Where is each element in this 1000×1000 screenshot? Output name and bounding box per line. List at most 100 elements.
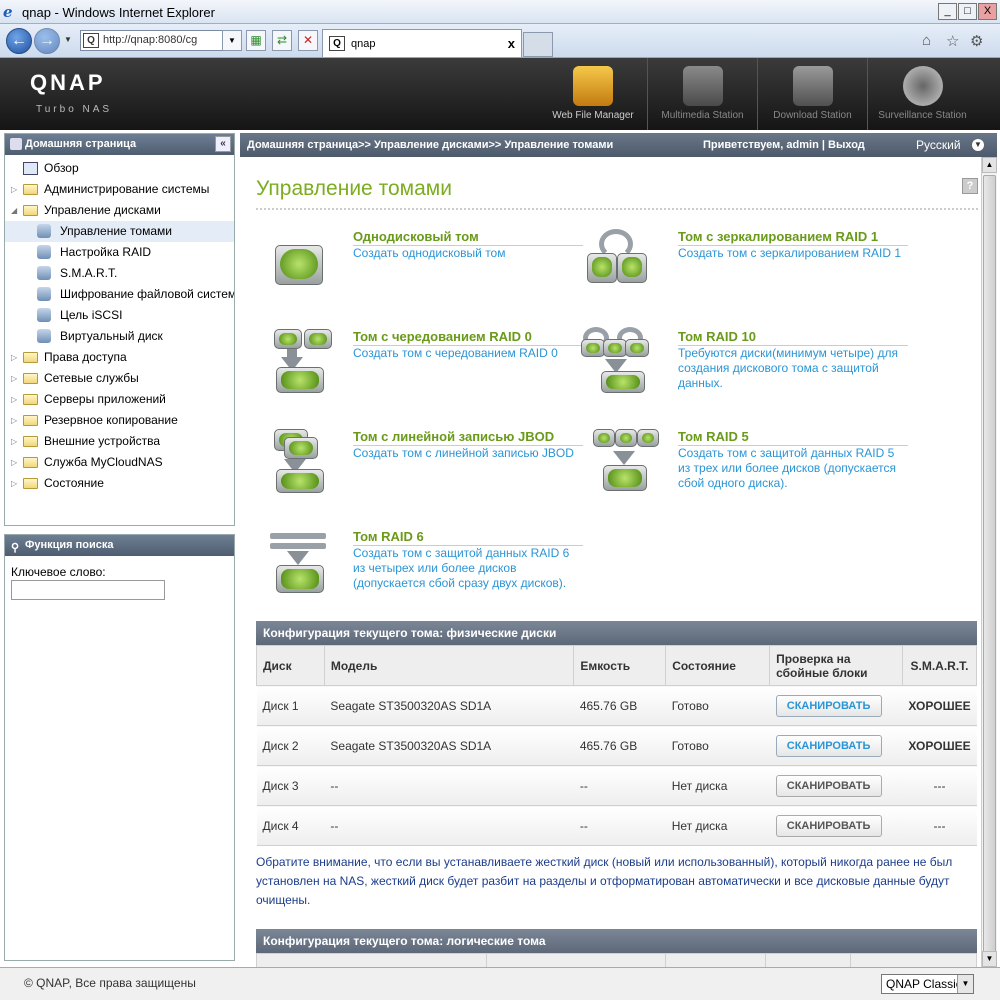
expand-arrow-icon[interactable]: ▷	[11, 179, 17, 200]
scroll-up-icon[interactable]: ▲	[982, 157, 997, 173]
nav-item-overview[interactable]: Обзор	[5, 158, 234, 179]
nav-item-volume-management[interactable]: Управление томами	[5, 221, 234, 242]
nav-item-mycloudnas[interactable]: ▷ Служба MyCloudNAS	[5, 452, 234, 473]
language-selector[interactable]: Русский	[916, 138, 961, 152]
scroll-down-icon[interactable]: ▼	[982, 951, 997, 967]
nav-item-external-devices[interactable]: ▷ Внешние устройства	[5, 431, 234, 452]
qnap-logo: QNAP	[30, 70, 106, 95]
logout-link[interactable]: Выход	[828, 139, 865, 151]
volume-type-desc[interactable]: Создать том с чередованием RAID 0	[353, 346, 583, 361]
back-button[interactable]: ←	[6, 28, 32, 54]
scan-button[interactable]: СКАНИРОВАТЬ	[775, 774, 882, 797]
smart-status[interactable]: ХОРОШЕЕ	[902, 725, 977, 766]
volume-type-desc[interactable]: Создать том с защитой данных RAID 5 из т…	[678, 446, 908, 491]
collapse-panel-button[interactable]: «	[215, 136, 231, 152]
nav-item-encryption[interactable]: Шифрование файловой систем	[5, 284, 234, 305]
volume-type-name[interactable]: Том RAID 5	[678, 429, 908, 446]
app-label: Download Station	[773, 110, 852, 121]
volume-type-name[interactable]: Том с зеркалированием RAID 1	[678, 229, 908, 246]
volume-type-raid6[interactable]: Том RAID 6 Создать том с защитой данных …	[256, 529, 583, 609]
volume-type-name[interactable]: Том с чередованием RAID 0	[353, 329, 583, 346]
vertical-scrollbar[interactable]: ▲ ▼	[981, 157, 997, 967]
refresh-icon[interactable]: ⇄	[272, 30, 292, 51]
tab-close-icon[interactable]: x	[508, 30, 515, 58]
address-dropdown-icon[interactable]: ▼	[222, 30, 242, 51]
volume-type-raid0[interactable]: Том с чередованием RAID 0 Создать том с …	[256, 329, 583, 409]
volume-type-name[interactable]: Том с линейной записью JBOD	[353, 429, 583, 446]
expand-arrow-icon[interactable]: ▷	[11, 431, 17, 452]
nav-item-status[interactable]: ▷ Состояние	[5, 473, 234, 494]
nav-item-raid-config[interactable]: Настройка RAID	[5, 242, 234, 263]
help-icon[interactable]: ?	[962, 178, 978, 194]
scan-button[interactable]: СКАНИРОВАТЬ	[775, 734, 882, 757]
history-dropdown-icon[interactable]: ▼	[64, 35, 72, 44]
volume-type-desc[interactable]: Создать том с защитой данных RAID 6 из ч…	[353, 546, 583, 591]
volume-type-name[interactable]: Том RAID 6	[353, 529, 583, 546]
nav-item-app-servers[interactable]: ▷ Серверы приложений	[5, 389, 234, 410]
new-tab-button[interactable]	[523, 32, 553, 57]
nav-item-smart[interactable]: S.M.A.R.T.	[5, 263, 234, 284]
scan-button[interactable]: СКАНИРОВАТЬ	[775, 694, 882, 717]
expand-arrow-icon[interactable]: ▷	[11, 473, 17, 494]
forward-button[interactable]: →	[34, 28, 60, 54]
volume-type-raid5[interactable]: Том RAID 5 Создать том с защитой данных …	[581, 429, 908, 509]
nav-item-access-rights[interactable]: ▷ Права доступа	[5, 347, 234, 368]
volume-type-desc[interactable]: Создать том с линейной записью JBOD	[353, 446, 583, 461]
status-cell: Готово	[665, 725, 770, 766]
expand-arrow-icon[interactable]: ▷	[11, 452, 17, 473]
volume-type-name[interactable]: Том RAID 10	[678, 329, 908, 346]
keyword-input[interactable]	[11, 580, 165, 600]
expand-arrow-icon[interactable]: ▷	[11, 347, 17, 368]
scroll-thumb[interactable]	[983, 175, 996, 955]
language-dropdown-icon[interactable]: ▼	[972, 139, 984, 151]
collapse-arrow-icon[interactable]: ◢	[11, 200, 17, 221]
scan-button[interactable]: СКАНИРОВАТЬ	[775, 814, 882, 837]
address-text: http://qnap:8080/cg	[103, 34, 198, 46]
volume-type-raid10[interactable]: Том RAID 10 Требуются диски(минимум четы…	[581, 327, 908, 409]
volume-type-jbod[interactable]: Том с линейной записью JBOD Создать том …	[256, 429, 583, 509]
search-panel-title: Функция поиска	[25, 539, 114, 551]
chevron-down-icon[interactable]: ▼	[957, 975, 973, 993]
nav-item-network-services[interactable]: ▷ Сетевые службы	[5, 368, 234, 389]
download-station-app[interactable]: Download Station	[757, 58, 867, 130]
nav-item-virtual-disk[interactable]: Виртуальный диск	[5, 326, 234, 347]
title-divider	[256, 208, 978, 210]
smart-status[interactable]: ХОРОШЕЕ	[902, 685, 977, 726]
tools-gear-icon[interactable]: ⚙	[970, 32, 983, 50]
volume-type-single[interactable]: Однодисковый том Создать однодисковый то…	[256, 229, 583, 309]
volume-type-name[interactable]: Однодисковый том	[353, 229, 583, 246]
expand-arrow-icon[interactable]: ▷	[11, 368, 17, 389]
address-bar[interactable]: Q http://qnap:8080/cg	[80, 30, 240, 51]
disk-shape	[276, 565, 324, 593]
nav-item-backup[interactable]: ▷ Резервное копирование	[5, 410, 234, 431]
volume-type-raid1[interactable]: Том с зеркалированием RAID 1 Создать том…	[581, 229, 908, 309]
web-file-manager-app[interactable]: Web File Manager	[538, 58, 648, 130]
expand-arrow-icon[interactable]: ▷	[11, 389, 17, 410]
disk-cell: Диск 3	[256, 765, 325, 806]
volume-type-desc[interactable]: Требуются диски(минимум четыре) для созд…	[678, 346, 908, 391]
raid1-mirror-icon	[581, 229, 649, 293]
compatibility-view-icon[interactable]: ▦	[246, 30, 266, 51]
folder-open-icon	[23, 205, 38, 216]
volume-type-desc[interactable]: Создать однодисковый том	[353, 246, 583, 261]
browser-tab[interactable]: Q qnap x	[322, 29, 522, 57]
nav-item-system-admin[interactable]: ▷ Администрирование системы	[5, 179, 234, 200]
home-page-icon	[10, 138, 22, 150]
column-header: Емкость	[573, 645, 667, 686]
expand-arrow-icon[interactable]: ▷	[11, 410, 17, 431]
stop-icon[interactable]: ✕	[298, 30, 318, 51]
favorites-star-icon[interactable]: ☆	[946, 32, 959, 50]
nav-item-disk-management[interactable]: ◢ Управление дисками	[5, 200, 234, 221]
multimedia-station-app[interactable]: Multimedia Station	[647, 58, 757, 130]
close-window-button[interactable]: X	[978, 3, 997, 20]
status-cell: Готово	[665, 685, 770, 726]
download-globe-icon	[792, 66, 833, 106]
nav-item-label: Резервное копирование	[44, 413, 178, 427]
skin-select[interactable]: QNAP Classic ▼	[881, 974, 974, 994]
maximize-button[interactable]: □	[958, 3, 977, 20]
surveillance-station-app[interactable]: Surveillance Station	[867, 58, 977, 130]
nav-item-iscsi[interactable]: Цель iSCSI	[5, 305, 234, 326]
volume-type-desc[interactable]: Создать том с зеркалированием RAID 1	[678, 246, 908, 261]
minimize-button[interactable]: _	[938, 3, 957, 20]
home-icon[interactable]: ⌂	[922, 32, 931, 49]
